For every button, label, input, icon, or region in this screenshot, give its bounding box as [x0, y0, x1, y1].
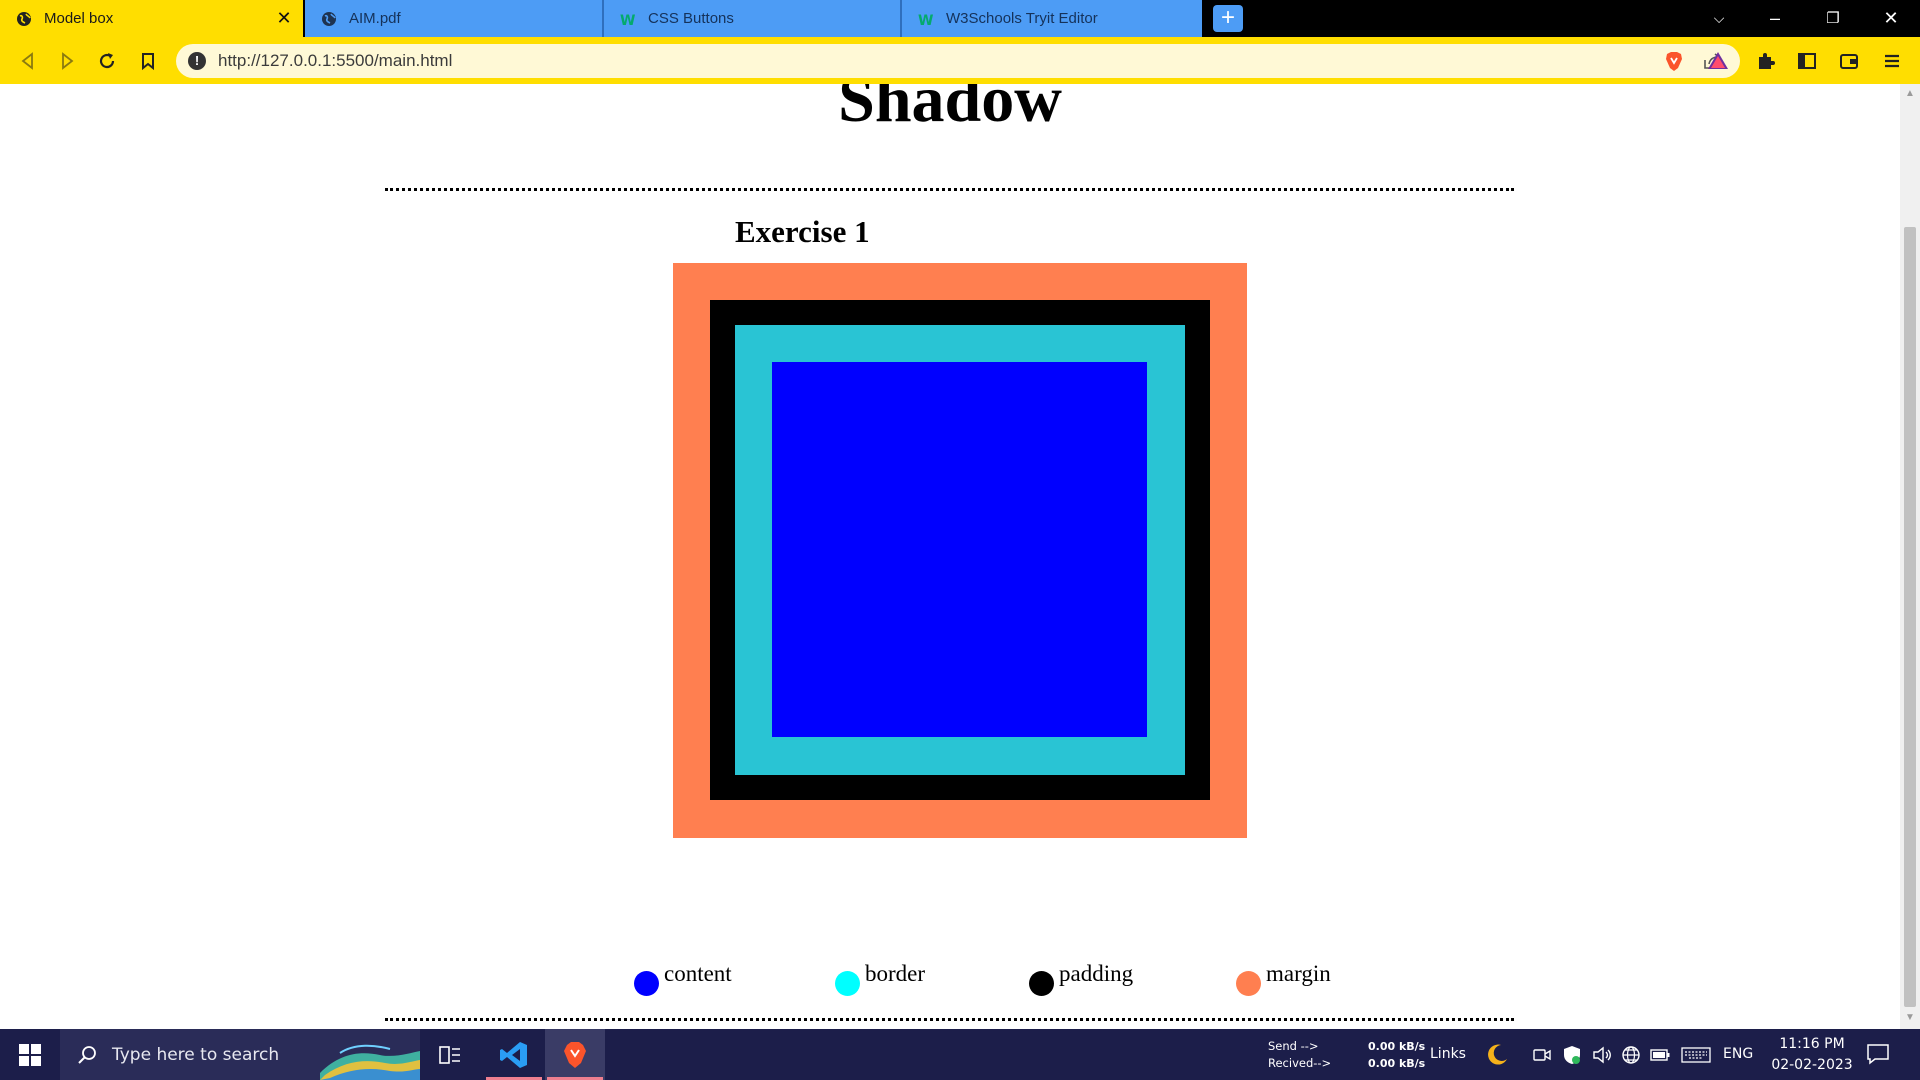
moon-icon[interactable] — [1483, 1041, 1511, 1069]
legend-item-border: border — [835, 961, 925, 996]
back-button[interactable] — [14, 47, 42, 75]
security-shield-icon[interactable] — [1562, 1045, 1582, 1065]
clock-time: 11:16 PM — [1779, 1036, 1845, 1052]
sidebar-icon[interactable] — [1794, 48, 1820, 74]
menu-icon[interactable] — [1879, 48, 1905, 74]
battery-icon[interactable] — [1650, 1045, 1670, 1065]
bookmark-button[interactable] — [134, 47, 162, 75]
restore-button[interactable]: ❐ — [1810, 0, 1856, 37]
minimize-button[interactable]: – — [1752, 0, 1798, 37]
back-arrow-icon — [21, 52, 33, 70]
search-highlight-illustration — [320, 1044, 420, 1080]
reload-button[interactable] — [93, 47, 121, 75]
page-scrollbar[interactable]: ▲ ▼ — [1900, 84, 1920, 1029]
task-view-icon — [439, 1045, 460, 1064]
received-label: Recived--> — [1268, 1056, 1332, 1070]
address-bar[interactable]: ! http://127.0.0.1:5500/main.html — [176, 44, 1740, 78]
forward-button[interactable] — [53, 47, 81, 75]
tab-search-chevron-icon[interactable]: ⌵ — [1696, 0, 1742, 37]
bookmark-icon — [142, 53, 154, 71]
legend-label: content — [664, 961, 732, 986]
scroll-up-icon[interactable]: ▲ — [1904, 88, 1916, 100]
legend-item-padding: padding — [1029, 961, 1133, 996]
legend-swatch — [835, 971, 860, 996]
tab-w3schools-tryit[interactable]: W W3Schools Tryit Editor — [902, 0, 1202, 37]
net-monitor-labels: Send --> Recived--> — [1268, 1038, 1331, 1072]
tab-aim-pdf[interactable]: AIM.pdf — [305, 0, 602, 37]
vscode-icon — [500, 1041, 527, 1068]
tab-title: W3Schools Tryit Editor — [946, 10, 1098, 27]
search-icon — [78, 1045, 96, 1064]
tab-title: AIM.pdf — [349, 10, 401, 27]
vscode-taskbar-button[interactable] — [484, 1029, 544, 1080]
page-title: Shadow — [838, 84, 1062, 136]
new-tab-button[interactable]: + — [1213, 5, 1243, 32]
svg-text:W: W — [620, 13, 635, 27]
windows-taskbar: Type here to search Send --> Recived--> … — [0, 1029, 1920, 1080]
send-rate: 0.00 kB/s — [1368, 1040, 1426, 1053]
tab-title: CSS Buttons — [648, 10, 734, 27]
volume-icon[interactable] — [1592, 1045, 1612, 1065]
task-view-button[interactable] — [420, 1029, 480, 1080]
language-indicator[interactable]: ENG — [1723, 1046, 1753, 1062]
brave-rewards-icon[interactable] — [1705, 48, 1731, 74]
legend-item-margin: margin — [1236, 961, 1331, 996]
notification-icon[interactable] — [1866, 1043, 1890, 1065]
tab-title: Model box — [44, 10, 114, 27]
legend-label: border — [865, 961, 926, 986]
scroll-down-icon[interactable]: ▼ — [1904, 1012, 1916, 1024]
reload-icon — [99, 53, 115, 69]
keyboard-icon[interactable] — [1681, 1045, 1711, 1065]
brave-taskbar-button[interactable] — [545, 1029, 605, 1080]
wallet-icon[interactable] — [1836, 48, 1862, 74]
exercise-title: Exercise 1 — [735, 214, 870, 249]
clock-date: 02-02-2023 — [1771, 1057, 1853, 1073]
page-viewport: Shadow Exercise 1 content border padding… — [0, 84, 1900, 1029]
dotted-divider-bottom — [385, 1018, 1514, 1021]
brave-shields-icon[interactable] — [1661, 48, 1687, 74]
globe-icon — [321, 11, 337, 27]
taskbar-search[interactable]: Type here to search — [60, 1029, 420, 1080]
extensions-icon[interactable] — [1753, 48, 1779, 74]
box-model-content — [772, 362, 1147, 737]
scroll-thumb[interactable] — [1904, 227, 1916, 1007]
network-globe-icon[interactable] — [1621, 1045, 1641, 1065]
dotted-divider-top — [385, 188, 1514, 191]
site-info-icon[interactable]: ! — [188, 52, 206, 70]
net-monitor-values: 0.00 kB/s 0.00 kB/s — [1368, 1038, 1425, 1072]
start-button[interactable] — [0, 1029, 60, 1080]
url-text[interactable]: http://127.0.0.1:5500/main.html — [218, 51, 452, 71]
legend-swatch — [634, 971, 659, 996]
links-toolbar[interactable]: Links — [1430, 1046, 1466, 1062]
forward-arrow-icon — [62, 52, 74, 70]
browser-toolbar: ! http://127.0.0.1:5500/main.html — [0, 37, 1920, 84]
windows-logo-icon — [19, 1043, 41, 1066]
tab-css-buttons[interactable]: W CSS Buttons — [604, 0, 900, 37]
meet-now-icon[interactable] — [1532, 1045, 1552, 1065]
legend-label: margin — [1266, 961, 1331, 986]
w3schools-icon: W — [620, 11, 636, 27]
search-placeholder[interactable]: Type here to search — [112, 1045, 279, 1065]
received-rate: 0.00 kB/s — [1368, 1057, 1426, 1070]
close-tab-icon[interactable]: ✕ — [275, 9, 293, 27]
tab-model-box[interactable]: Model box ✕ — [0, 0, 303, 37]
svg-text:W: W — [918, 13, 933, 27]
brave-icon — [564, 1041, 586, 1068]
legend-swatch — [1029, 971, 1054, 996]
legend-item-content: content — [634, 961, 732, 996]
tab-strip: Model box ✕ AIM.pdf W CSS Buttons W W3Sc… — [0, 0, 1920, 37]
legend-swatch — [1236, 971, 1261, 996]
send-label: Send --> — [1268, 1039, 1319, 1053]
system-clock[interactable]: 11:16 PM 02-02-2023 — [1762, 1034, 1862, 1076]
globe-icon — [16, 11, 32, 27]
legend-label: padding — [1059, 961, 1134, 986]
w3schools-icon: W — [918, 11, 934, 27]
close-window-button[interactable]: ✕ — [1868, 0, 1914, 37]
